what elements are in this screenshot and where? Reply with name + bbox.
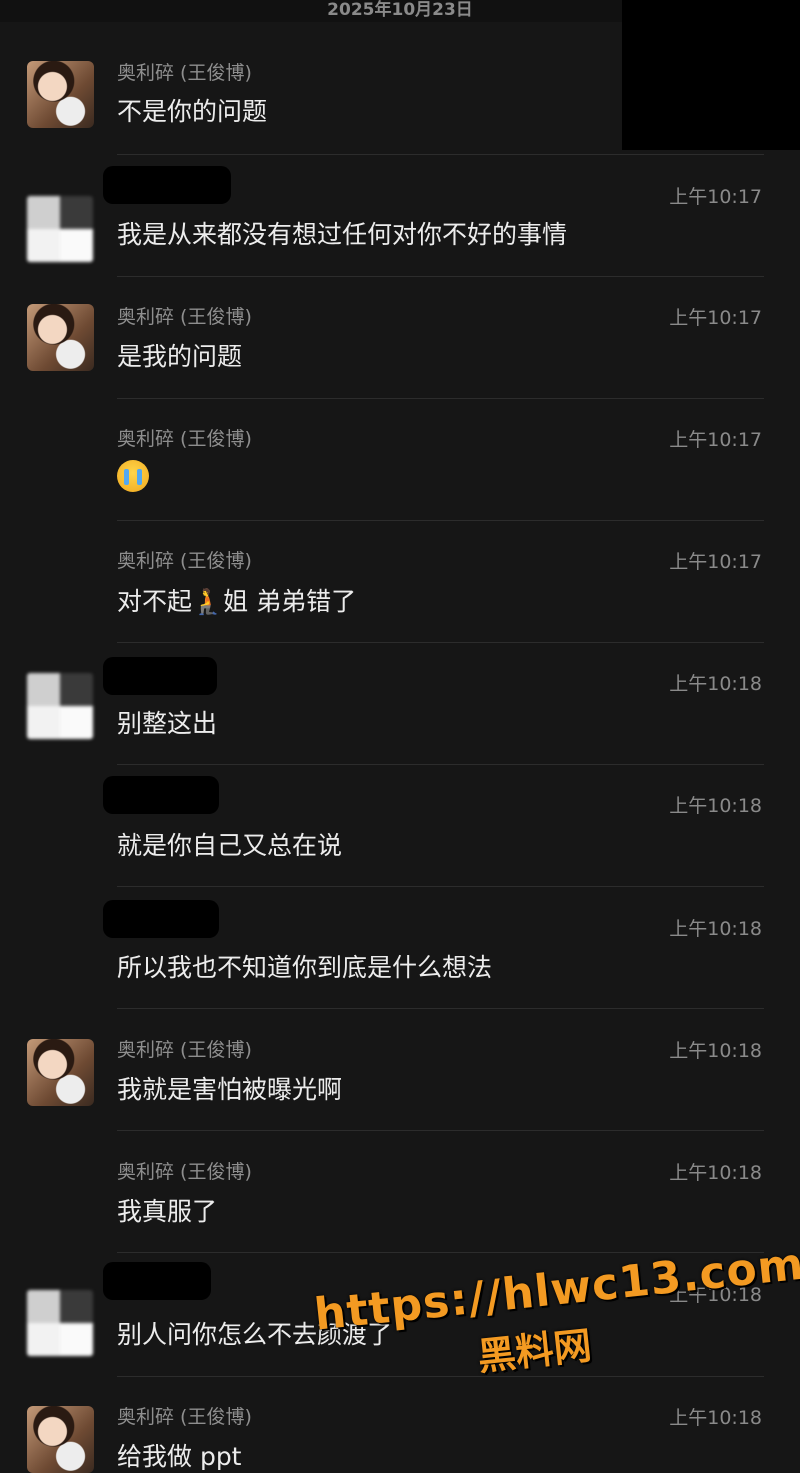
redacted-sender-name: [103, 166, 231, 204]
sender-name: 奥利碎 (王俊博): [117, 1406, 252, 1428]
redacted-sender-name: [103, 1262, 211, 1300]
sender-name: 奥利碎 (王俊博): [117, 62, 252, 84]
sender-name: 奥利碎 (王俊博): [117, 428, 252, 450]
sender-name: 奥利碎 (王俊博): [117, 1039, 252, 1061]
divider: [117, 886, 764, 887]
contact-avatar[interactable]: [27, 61, 94, 128]
redacted-sender-name: [103, 657, 217, 695]
message-text: 我真服了: [117, 1197, 218, 1226]
divider: [117, 1130, 764, 1131]
message-text: 所以我也不知道你到底是什么想法: [117, 953, 493, 982]
message-time: 上午10:17: [669, 307, 762, 329]
message-time: 上午10:17: [669, 429, 762, 451]
divider: [117, 154, 764, 155]
message-time: 上午10:18: [669, 1162, 762, 1184]
message-time: 上午10:18: [669, 1407, 762, 1429]
redacted-sender-name: [103, 900, 219, 938]
divider: [117, 520, 764, 521]
divider: [117, 398, 764, 399]
redacted-avatar[interactable]: [27, 1290, 93, 1356]
redaction-block: [622, 0, 800, 150]
divider: [117, 764, 764, 765]
divider: [117, 276, 764, 277]
message-time: 上午10:18: [669, 795, 762, 817]
message-text: 别整这出: [117, 709, 218, 738]
message-time: 上午10:18: [669, 673, 762, 695]
message-text: 给我做 ppt: [117, 1442, 242, 1471]
divider: [117, 642, 764, 643]
message-time: 上午10:18: [669, 1040, 762, 1062]
message-text: 就是你自己又总在说: [117, 831, 343, 860]
message-text: 我是从来都没有想过任何对你不好的事情: [117, 220, 568, 249]
sender-name: 奥利碎 (王俊博): [117, 1161, 252, 1183]
redacted-avatar[interactable]: [27, 673, 93, 739]
watermark: https://hlwc13.com 黑料网: [312, 1239, 800, 1397]
divider: [117, 1008, 764, 1009]
message-time: 上午10:17: [669, 551, 762, 573]
redacted-sender-name: [103, 776, 219, 814]
contact-avatar[interactable]: [27, 304, 94, 371]
crying-face-icon: [117, 460, 149, 492]
contact-avatar[interactable]: [27, 1039, 94, 1106]
message-text: 不是你的问题: [117, 97, 268, 126]
message-text: 我就是害怕被曝光啊: [117, 1075, 343, 1104]
message-time: 上午10:17: [669, 186, 762, 208]
contact-avatar[interactable]: [27, 1406, 94, 1473]
message-text: 对不起🧎姐 弟弟错了: [117, 587, 357, 616]
message-time: 上午10:18: [669, 918, 762, 940]
sender-name: 奥利碎 (王俊博): [117, 306, 252, 328]
redacted-avatar[interactable]: [27, 196, 93, 262]
message-text: 是我的问题: [117, 342, 243, 371]
sender-name: 奥利碎 (王俊博): [117, 550, 252, 572]
